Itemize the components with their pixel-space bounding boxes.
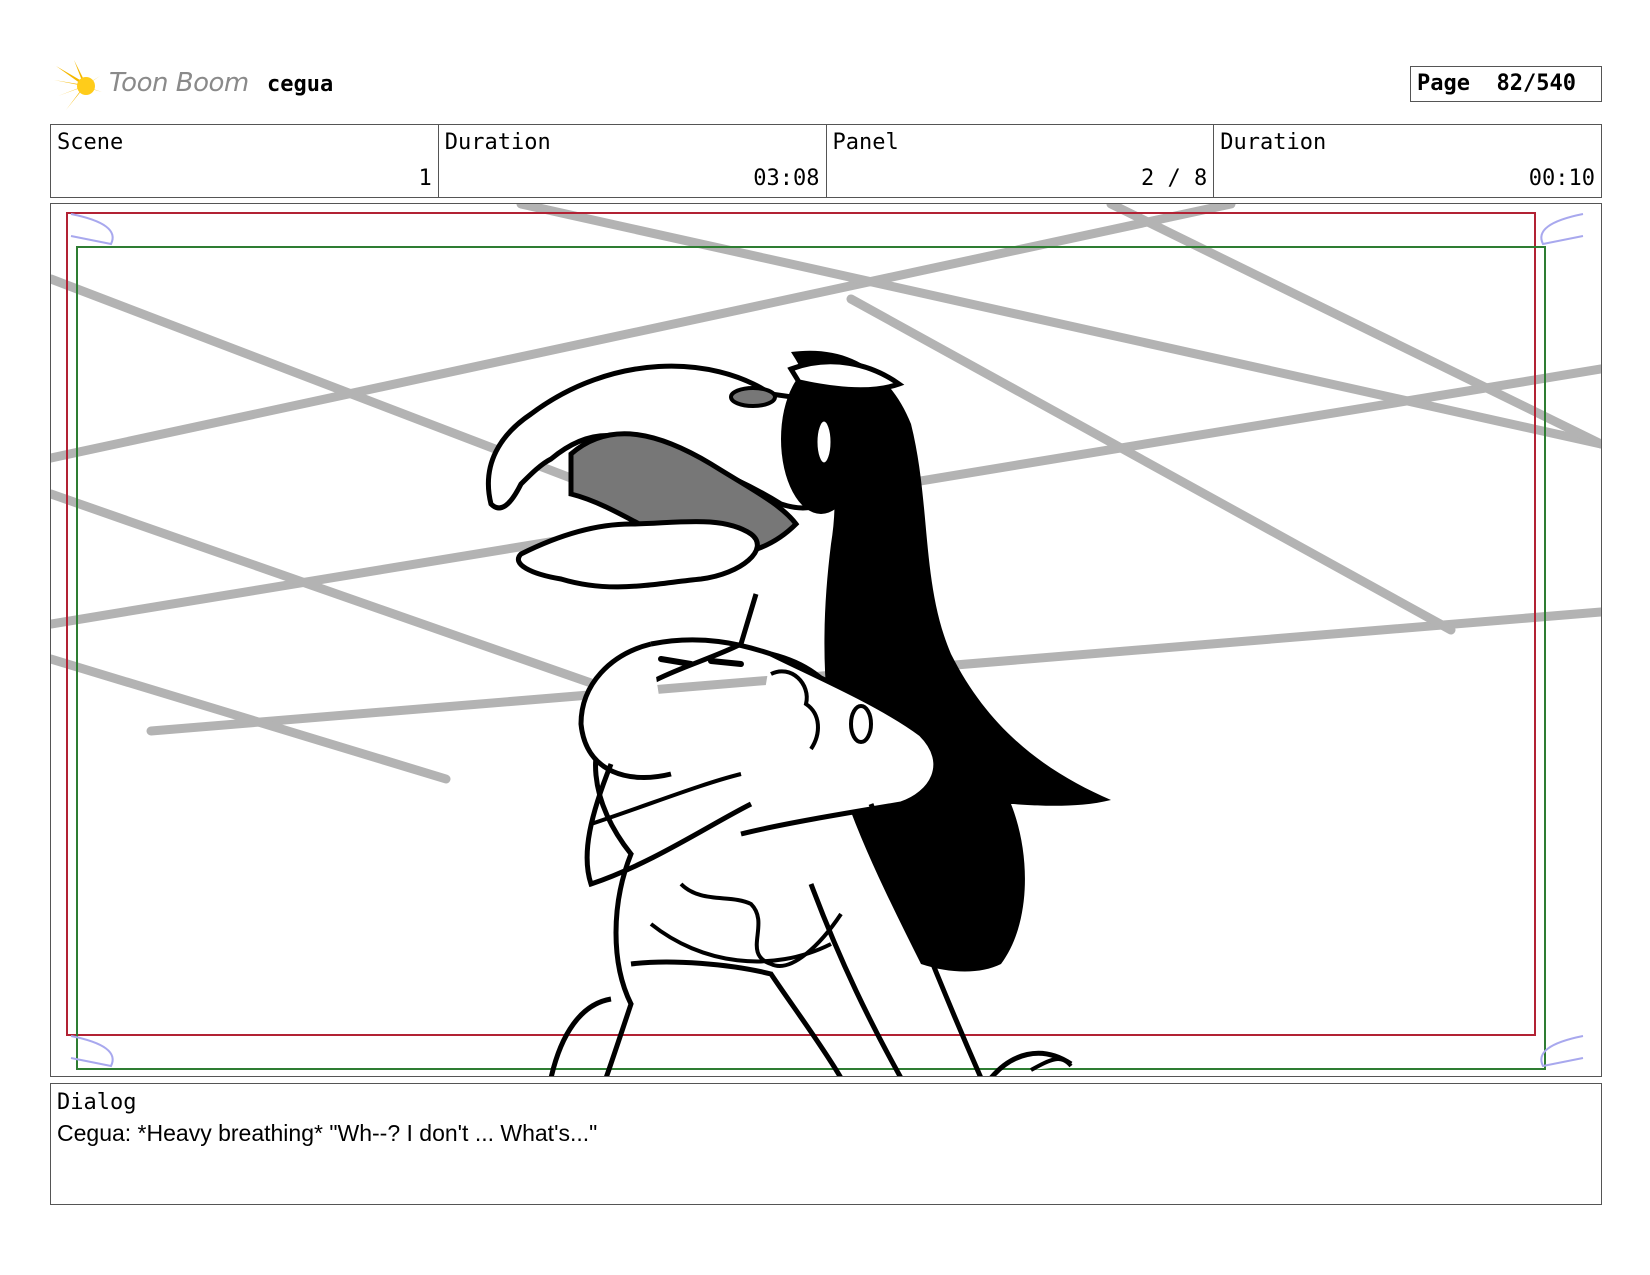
panel-value: 2 / 8 <box>1141 166 1208 191</box>
panel-drawing <box>51 204 1601 1076</box>
page-indicator: Page 82/540 <box>1410 66 1602 102</box>
scene-value: 1 <box>418 166 432 191</box>
safe-frame <box>66 212 1536 1036</box>
panel-cell: Panel 2 / 8 <box>827 125 1215 197</box>
scene-cell: Scene 1 <box>51 125 439 197</box>
panel-label: Panel <box>832 130 899 155</box>
starburst-icon <box>54 60 102 110</box>
dialog-label: Dialog <box>57 1090 137 1115</box>
character-cegua <box>485 350 1111 1076</box>
panel-duration-label: Duration <box>1220 130 1327 155</box>
page-label: Page <box>1417 71 1470 96</box>
dialog-box: Dialog Cegua: *Heavy breathing* "Wh--? I… <box>50 1083 1602 1205</box>
panel-duration-cell: Duration 00:10 <box>1214 125 1601 197</box>
scene-label: Scene <box>57 130 124 155</box>
scene-duration-value: 03:08 <box>753 166 820 191</box>
page-number: 82/540 <box>1496 71 1576 96</box>
storyboard-panel <box>50 203 1602 1077</box>
logo-wordmark: Toon Boom <box>109 68 249 98</box>
scene-duration-label: Duration <box>444 130 551 155</box>
info-table: Scene 1 Duration 03:08 Panel 2 / 8 Durat… <box>50 124 1602 198</box>
project-name: cegua <box>267 72 334 97</box>
dialog-text: Cegua: *Heavy breathing* "Wh--? I don't … <box>57 1120 598 1146</box>
toon-boom-logo: Toon Boom <box>54 58 254 114</box>
scene-duration-cell: Duration 03:08 <box>439 125 827 197</box>
panel-duration-value: 00:10 <box>1528 166 1595 191</box>
